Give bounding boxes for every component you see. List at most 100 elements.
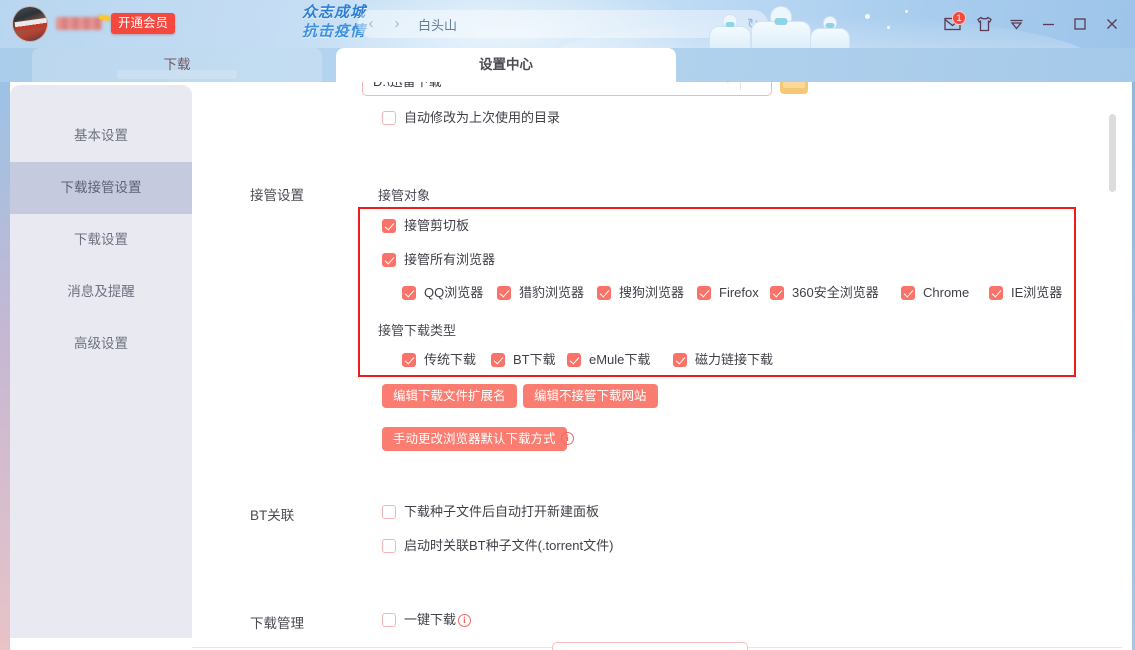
left-edge-rail [0, 82, 10, 650]
edit-excluded-sites-button[interactable]: 编辑不接管下载网站 [523, 384, 658, 408]
tab-download-label: 下载 [164, 57, 191, 72]
banner-figure-3 [810, 16, 850, 48]
info-icon[interactable]: i [458, 614, 471, 627]
download-path-value[interactable]: D:\迅雷下载 [363, 82, 716, 90]
window-controls: 1 [937, 0, 1127, 48]
back-icon[interactable]: ‹ [358, 10, 384, 38]
chevron-down-icon[interactable]: ▼ [716, 82, 740, 86]
sidebar-item-messages[interactable]: 消息及提醒 [10, 266, 192, 318]
type-bt-label: BT下载 [513, 352, 556, 368]
download-manage-section-label: 下载管理 [250, 612, 304, 632]
bt-auto-open-checkbox[interactable] [382, 505, 396, 519]
browser-sogou-checkbox[interactable] [597, 286, 611, 300]
type-emule-row[interactable]: eMule下载 [567, 352, 650, 368]
manual-default-download-button[interactable]: 手动更改浏览器默认下载方式 [382, 427, 567, 451]
browser-liebao-row[interactable]: 猎豹浏览器 [497, 285, 584, 301]
download-path-field[interactable]: D:\迅雷下载 ▼ [362, 82, 772, 96]
tab-settings-center-label: 设置中心 [479, 57, 533, 72]
browser-ie-label: IE浏览器 [1011, 285, 1062, 301]
type-bt-row[interactable]: BT下载 [491, 352, 556, 368]
bt-auto-open-row[interactable]: 下载种子文件后自动打开新建面板 [382, 504, 599, 520]
type-traditional-row[interactable]: 传统下载 [402, 352, 476, 368]
bt-associate-label: 启动时关联BT种子文件(.torrent文件) [404, 538, 613, 554]
main-menu-icon[interactable] [1001, 9, 1031, 39]
mail-badge: 1 [952, 11, 966, 25]
sidebar-item-basic[interactable]: 基本设置 [10, 110, 192, 162]
browser-firefox-checkbox[interactable] [697, 286, 711, 300]
mail-icon[interactable]: 1 [937, 9, 967, 39]
takeover-all-browsers-label: 接管所有浏览器 [404, 252, 495, 268]
browser-firefox-label: Firefox [719, 285, 759, 301]
avatar[interactable] [12, 6, 48, 42]
browser-firefox-row[interactable]: Firefox [697, 285, 759, 301]
scrollbar[interactable] [1109, 82, 1116, 650]
scrollbar-thumb[interactable] [1109, 114, 1116, 192]
address-input[interactable]: 白头山 [410, 15, 738, 34]
sidebar-item-label: 基本设置 [74, 128, 128, 143]
takeover-objects-label: 接管对象 [378, 185, 430, 204]
type-magnet-row[interactable]: 磁力链接下载 [673, 352, 773, 368]
browser-liebao-checkbox[interactable] [497, 286, 511, 300]
browser-ie-checkbox[interactable] [989, 286, 1003, 300]
auto-last-dir-row[interactable]: 自动修改为上次使用的目录 [382, 110, 560, 126]
maximize-icon[interactable] [1065, 9, 1095, 39]
type-traditional-checkbox[interactable] [402, 353, 416, 367]
bt-associate-row[interactable]: 启动时关联BT种子文件(.torrent文件) [382, 538, 613, 554]
browser-sogou-row[interactable]: 搜狗浏览器 [597, 285, 684, 301]
edit-extensions-button[interactable]: 编辑下载文件扩展名 [382, 384, 517, 408]
takeover-clipboard-label: 接管剪切板 [404, 218, 469, 234]
title-bar: ➥ 开通会员 众志成城 抗击疫情 ‹ › 白头山 ↻ [0, 0, 1135, 48]
minimize-icon[interactable] [1033, 9, 1063, 39]
browser-chrome-label: Chrome [923, 285, 969, 301]
bt-associate-checkbox[interactable] [382, 539, 396, 553]
one-key-download-row[interactable]: 一键下载 [382, 612, 456, 628]
browser-360-row[interactable]: 360安全浏览器 [770, 285, 879, 301]
browser-qq-checkbox[interactable] [402, 286, 416, 300]
type-emule-label: eMule下载 [589, 352, 650, 368]
browser-chrome-checkbox[interactable] [901, 286, 915, 300]
takeover-types-label: 接管下载类型 [378, 320, 456, 339]
browser-360-checkbox[interactable] [770, 286, 784, 300]
forward-icon[interactable]: › [384, 10, 410, 38]
sidebar-item-label: 下载设置 [74, 232, 128, 247]
sidebar-item-label: 高级设置 [74, 336, 128, 351]
type-traditional-label: 传统下载 [424, 352, 476, 368]
type-magnet-label: 磁力链接下载 [695, 352, 773, 368]
tab-download[interactable]: 下载 [32, 48, 322, 82]
sidebar-item-takeover[interactable]: 下载接管设置 [10, 162, 192, 214]
sidebar-item-advanced[interactable]: 高级设置 [10, 318, 192, 370]
bottom-field-partial[interactable] [552, 642, 748, 650]
browser-qq-label: QQ浏览器 [424, 285, 483, 301]
username-masked [56, 17, 102, 30]
folder-icon[interactable] [780, 82, 808, 94]
one-key-download-checkbox[interactable] [382, 613, 396, 627]
browser-chrome-row[interactable]: Chrome [901, 285, 969, 301]
type-emule-checkbox[interactable] [567, 353, 581, 367]
close-icon[interactable] [1097, 9, 1127, 39]
takeover-clipboard-checkbox[interactable] [382, 219, 396, 233]
settings-panel: D:\迅雷下载 ▼ 自动修改为上次使用的目录 接管设置 接管对象 接管剪切板 [192, 82, 1122, 650]
auto-last-dir-label: 自动修改为上次使用的目录 [404, 110, 560, 126]
takeover-all-browsers-row[interactable]: 接管所有浏览器 [382, 252, 495, 268]
sidebar-item-label: 消息及提醒 [67, 284, 135, 299]
tab-settings-center[interactable]: 设置中心 [336, 48, 676, 82]
banner-figure-1 [709, 14, 751, 48]
info-icon[interactable]: i [561, 432, 574, 445]
browser-liebao-label: 猎豹浏览器 [519, 285, 584, 301]
browser-ie-row[interactable]: IE浏览器 [989, 285, 1062, 301]
tab-strip: 下载 设置中心 [0, 48, 1135, 82]
browser-360-label: 360安全浏览器 [792, 285, 879, 301]
browser-qq-row[interactable]: QQ浏览器 [402, 285, 483, 301]
open-vip-button[interactable]: 开通会员 [111, 13, 175, 34]
settings-sidebar: 基本设置 下载接管设置 下载设置 消息及提醒 高级设置 [10, 85, 192, 638]
type-bt-checkbox[interactable] [491, 353, 505, 367]
takeover-clipboard-row[interactable]: 接管剪切板 [382, 218, 469, 234]
theme-skin-icon[interactable] [969, 9, 999, 39]
auto-last-dir-checkbox[interactable] [382, 111, 396, 125]
type-magnet-checkbox[interactable] [673, 353, 687, 367]
thunder-settings-window: ➥ 开通会员 众志成城 抗击疫情 ‹ › 白头山 ↻ [0, 0, 1135, 650]
content-area: 基本设置 下载接管设置 下载设置 消息及提醒 高级设置 D:\迅雷下载 ▼ [0, 82, 1135, 650]
sidebar-item-download[interactable]: 下载设置 [10, 214, 192, 266]
takeover-all-browsers-checkbox[interactable] [382, 253, 396, 267]
bt-auto-open-label: 下载种子文件后自动打开新建面板 [404, 504, 599, 520]
